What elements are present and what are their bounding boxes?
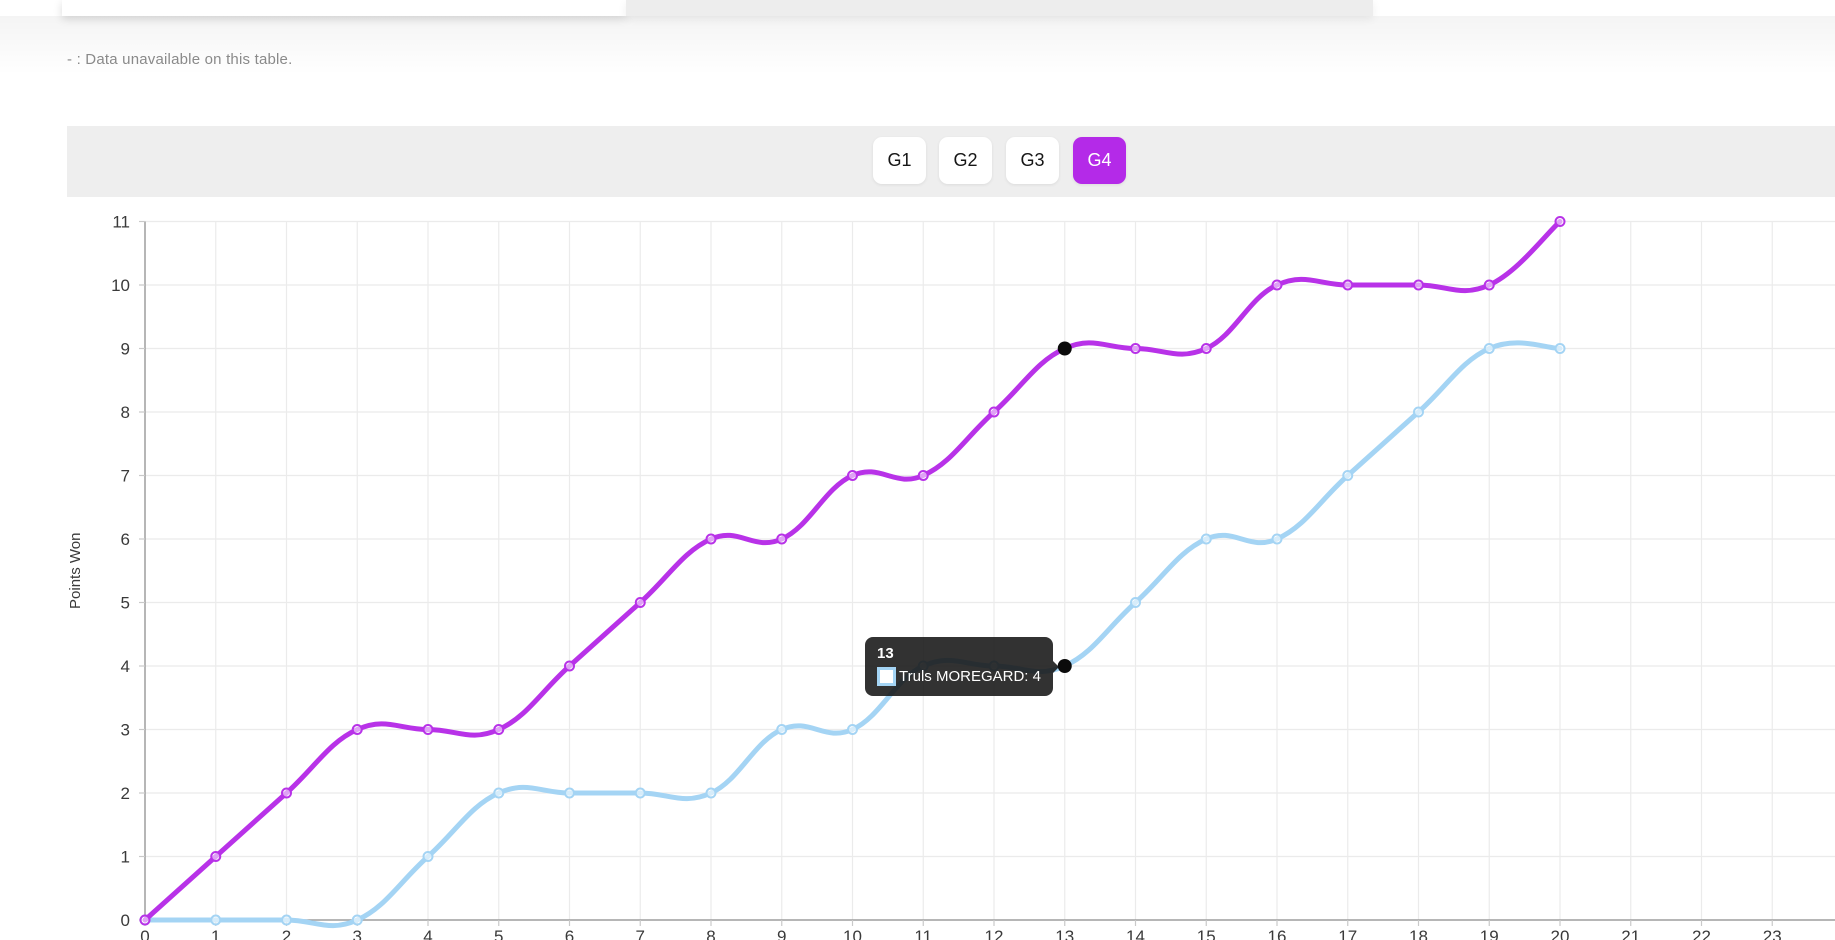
- game-button-g4[interactable]: G4: [1073, 137, 1126, 184]
- svg-text:13: 13: [1055, 927, 1074, 940]
- svg-text:4: 4: [121, 657, 130, 676]
- svg-text:8: 8: [121, 403, 130, 422]
- svg-text:2: 2: [121, 784, 130, 803]
- svg-text:5: 5: [121, 594, 130, 613]
- svg-text:1: 1: [121, 848, 130, 867]
- svg-text:23: 23: [1763, 927, 1782, 940]
- svg-text:12: 12: [985, 927, 1004, 940]
- svg-text:20: 20: [1551, 927, 1570, 940]
- svg-text:22: 22: [1692, 927, 1711, 940]
- svg-text:4: 4: [423, 927, 432, 940]
- svg-text:9: 9: [121, 340, 130, 359]
- game-button-g1[interactable]: G1: [873, 137, 926, 184]
- svg-text:8: 8: [706, 927, 715, 940]
- svg-text:10: 10: [843, 927, 862, 940]
- svg-text:16: 16: [1268, 927, 1287, 940]
- tooltip-series-label: Truls MOREGARD: 4: [899, 668, 1041, 685]
- game-button-g2[interactable]: G2: [939, 137, 992, 184]
- tooltip-caret-icon: [1053, 661, 1059, 673]
- svg-text:7: 7: [636, 927, 645, 940]
- top-tab-right-stub[interactable]: [626, 0, 1373, 16]
- series-swatch-icon: [877, 667, 896, 686]
- svg-text:Points Won: Points Won: [67, 533, 84, 609]
- svg-text:11: 11: [112, 213, 130, 232]
- svg-text:5: 5: [494, 927, 503, 940]
- svg-text:3: 3: [353, 927, 362, 940]
- svg-text:17: 17: [1338, 927, 1357, 940]
- game-button-g3[interactable]: G3: [1006, 137, 1059, 184]
- svg-text:7: 7: [121, 467, 130, 486]
- chart-tooltip: 13 Truls MOREGARD: 4: [865, 637, 1053, 696]
- svg-text:0: 0: [140, 927, 149, 940]
- svg-text:9: 9: [777, 927, 786, 940]
- svg-text:11: 11: [914, 927, 932, 940]
- svg-text:0: 0: [121, 911, 130, 930]
- svg-text:2: 2: [282, 927, 291, 940]
- svg-text:14: 14: [1126, 927, 1145, 940]
- svg-text:6: 6: [121, 530, 130, 549]
- svg-text:10: 10: [111, 276, 130, 295]
- svg-text:19: 19: [1480, 927, 1499, 940]
- svg-text:15: 15: [1197, 927, 1216, 940]
- points-won-line-chart[interactable]: 0123456789101101234567891011121314151617…: [0, 197, 1835, 940]
- svg-text:21: 21: [1621, 927, 1640, 940]
- data-unavailable-note: - : Data unavailable on this table.: [67, 51, 292, 68]
- svg-text:1: 1: [211, 927, 220, 940]
- match-stats-page: - : Data unavailable on this table. G1 G…: [0, 0, 1835, 940]
- svg-text:18: 18: [1409, 927, 1428, 940]
- top-tab-left-stub[interactable]: [62, 0, 626, 16]
- svg-text:3: 3: [121, 721, 130, 740]
- tooltip-row: Truls MOREGARD: 4: [877, 667, 1041, 686]
- tooltip-title: 13: [877, 645, 1041, 662]
- svg-text:6: 6: [565, 927, 574, 940]
